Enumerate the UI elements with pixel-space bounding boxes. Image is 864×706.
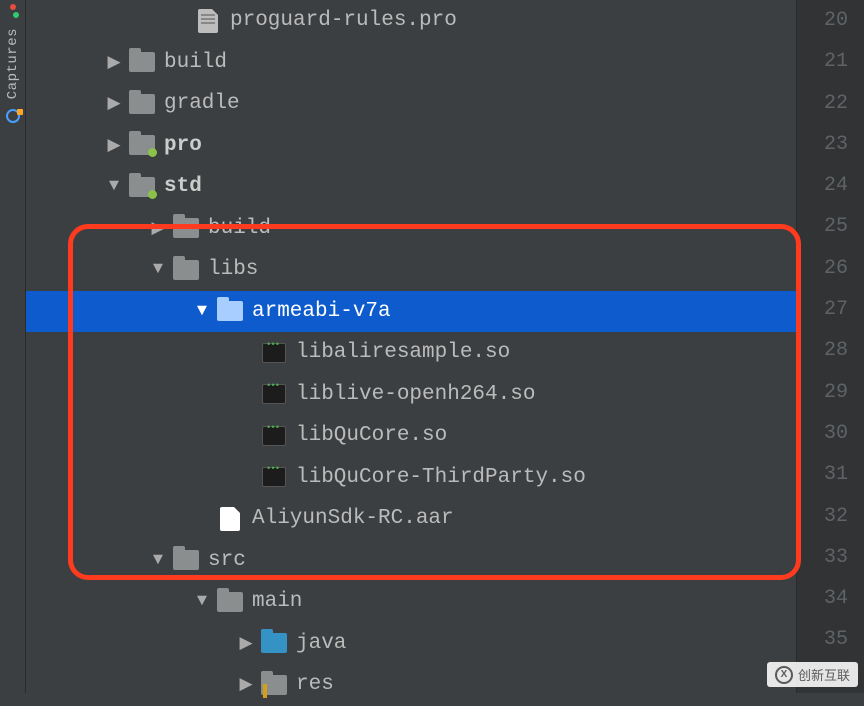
left-sidebar: Captures [0, 0, 26, 693]
tree-row-file[interactable]: proguard-rules.pro [26, 0, 796, 42]
tree-row-folder[interactable]: build [26, 208, 796, 250]
line-number: 22 [797, 83, 848, 124]
line-number: 32 [797, 496, 848, 537]
structure-icon[interactable] [5, 4, 21, 20]
expand-arrow-icon[interactable] [100, 52, 128, 73]
main-area: proguard-rules.pro build gradle pro std [26, 0, 864, 693]
line-number: 20 [797, 0, 848, 41]
tree-row-resource-folder[interactable]: res [26, 664, 796, 706]
line-number: 23 [797, 124, 848, 165]
tree-row-module[interactable]: pro [26, 125, 796, 167]
tree-label: main [252, 590, 302, 613]
tree-row-module[interactable]: std [26, 166, 796, 208]
expand-arrow-icon[interactable] [232, 633, 260, 654]
line-number: 25 [797, 206, 848, 247]
editor-gutter: 20212223242526272829303132333435 [796, 0, 864, 693]
captures-icon[interactable] [6, 109, 20, 123]
tree-label: java [296, 632, 346, 655]
watermark-logo-icon: X [775, 666, 793, 684]
line-number: 24 [797, 165, 848, 206]
watermark: X 创新互联 [767, 662, 858, 687]
collapse-arrow-icon[interactable] [144, 260, 172, 279]
resource-folder-icon [260, 673, 288, 697]
line-number: 30 [797, 413, 848, 454]
line-number: 26 [797, 248, 848, 289]
tree-label: libaliresample.so [296, 341, 510, 364]
module-folder-icon [128, 175, 156, 199]
tree-row-file[interactable]: libQuCore-ThirdParty.so [26, 457, 796, 499]
folder-icon [128, 92, 156, 116]
captures-tab[interactable]: Captures [5, 28, 21, 99]
tree-label: libs [208, 258, 258, 281]
collapse-arrow-icon[interactable] [144, 551, 172, 570]
line-number: 28 [797, 330, 848, 371]
tree-row-file[interactable]: libQuCore.so [26, 415, 796, 457]
archive-file-icon [216, 507, 244, 531]
expand-arrow-icon[interactable] [100, 135, 128, 156]
collapse-arrow-icon[interactable] [188, 592, 216, 611]
line-number: 33 [797, 537, 848, 578]
tree-row-folder[interactable]: libs [26, 249, 796, 291]
tree-label: liblive-openh264.so [296, 383, 535, 406]
expand-arrow-icon[interactable] [232, 674, 260, 695]
line-number: 21 [797, 41, 848, 82]
tree-row-source-folder[interactable]: java [26, 623, 796, 665]
tree-label: build [164, 51, 227, 74]
project-tree[interactable]: proguard-rules.pro build gradle pro std [26, 0, 796, 693]
tree-row-file[interactable]: liblive-openh264.so [26, 374, 796, 416]
tree-label: AliyunSdk-RC.aar [252, 507, 454, 530]
tree-label: libQuCore-ThirdParty.so [296, 466, 586, 489]
watermark-text: 创新互联 [798, 665, 850, 684]
source-folder-icon [260, 631, 288, 655]
tree-label: armeabi-v7a [252, 300, 391, 323]
folder-icon [172, 548, 200, 572]
line-number: 31 [797, 454, 848, 495]
folder-icon [216, 590, 244, 614]
tree-label: src [208, 549, 246, 572]
tree-row-file[interactable]: libaliresample.so [26, 332, 796, 374]
line-number: 35 [797, 619, 848, 660]
binary-file-icon [260, 382, 288, 406]
line-number: 27 [797, 289, 848, 330]
tree-row-folder[interactable]: main [26, 581, 796, 623]
tree-label: libQuCore.so [296, 424, 447, 447]
module-folder-icon [128, 133, 156, 157]
tree-label: gradle [164, 92, 240, 115]
tree-row-folder-selected[interactable]: armeabi-v7a [26, 291, 796, 333]
tree-label: std [164, 175, 202, 198]
binary-file-icon [260, 465, 288, 489]
tree-label: pro [164, 134, 202, 157]
text-file-icon [194, 9, 222, 33]
binary-file-icon [260, 424, 288, 448]
expand-arrow-icon[interactable] [100, 93, 128, 114]
collapse-arrow-icon[interactable] [188, 302, 216, 321]
folder-icon [172, 258, 200, 282]
tree-label: build [208, 217, 271, 240]
folder-icon [172, 216, 200, 240]
line-number: 34 [797, 578, 848, 619]
binary-file-icon [260, 341, 288, 365]
tree-label: proguard-rules.pro [230, 9, 457, 32]
tree-row-folder[interactable]: src [26, 540, 796, 582]
tree-row-folder[interactable]: build [26, 42, 796, 84]
tree-row-file[interactable]: AliyunSdk-RC.aar [26, 498, 796, 540]
collapse-arrow-icon[interactable] [100, 177, 128, 196]
tree-row-folder[interactable]: gradle [26, 83, 796, 125]
folder-icon [216, 299, 244, 323]
line-number: 29 [797, 372, 848, 413]
folder-icon [128, 50, 156, 74]
expand-arrow-icon[interactable] [144, 218, 172, 239]
